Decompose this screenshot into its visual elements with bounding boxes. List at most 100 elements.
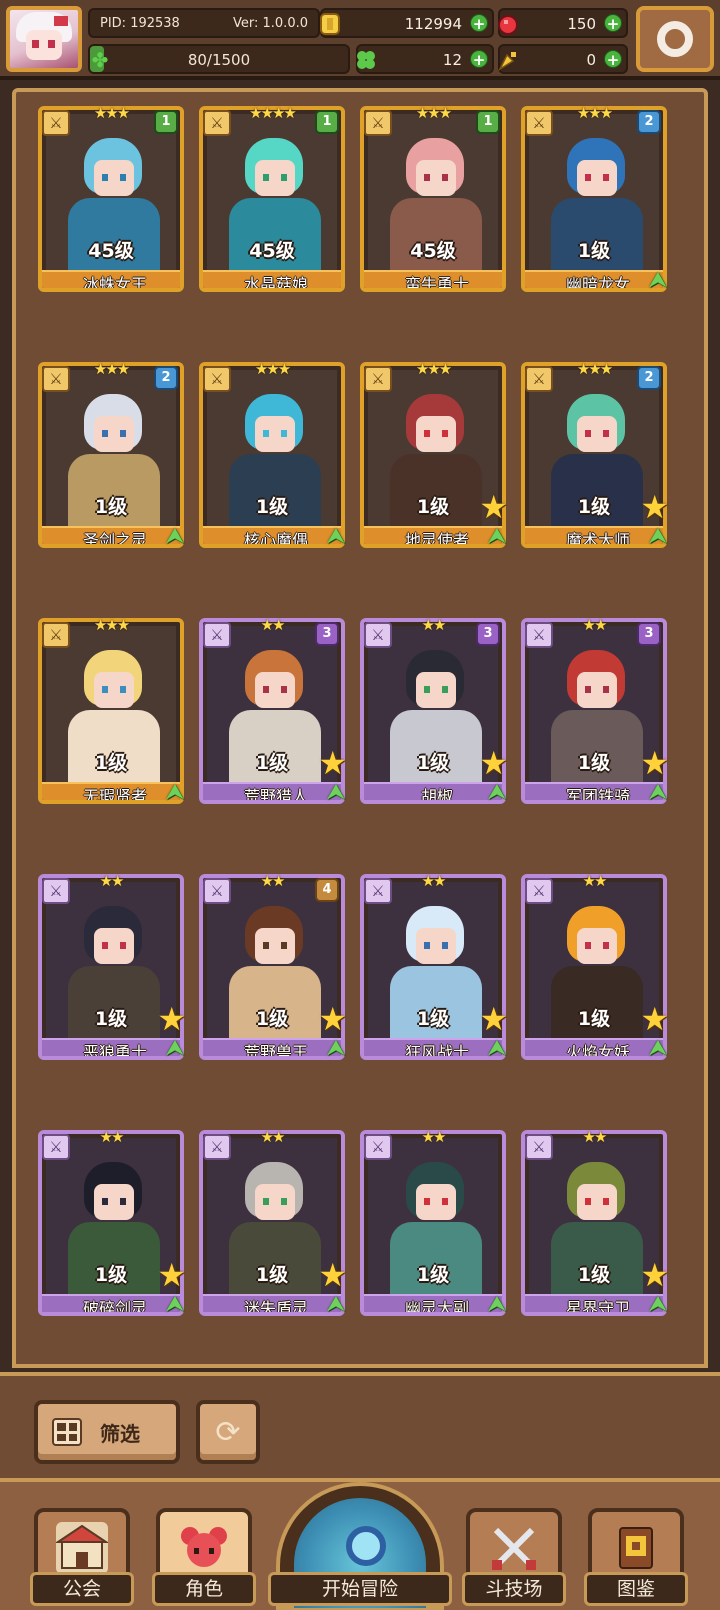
portrait-eye bbox=[120, 430, 126, 437]
character-icon bbox=[178, 1522, 230, 1574]
portrait-face bbox=[94, 416, 134, 452]
level-up-arrow-icon: ⮝ bbox=[648, 780, 668, 805]
character-card[interactable]: 火焰女妖 ⚔ ★★ 1级 ★ ⮝ bbox=[521, 872, 669, 1061]
player-id: PID: 192538 bbox=[100, 15, 180, 31]
portrait-eye bbox=[442, 1198, 448, 1205]
star-upgrade-icon: ★ bbox=[640, 1256, 669, 1294]
rarity-stars: ★★★ bbox=[93, 616, 130, 634]
star-upgrade-icon: ★ bbox=[318, 744, 347, 782]
star-upgrade-icon: ★ bbox=[157, 1256, 186, 1294]
grid-icon bbox=[52, 1418, 82, 1446]
portrait-eye bbox=[585, 942, 591, 949]
level-up-arrow-icon: ⮝ bbox=[165, 524, 185, 549]
portrait-eye bbox=[442, 942, 448, 949]
portrait-eye bbox=[281, 174, 287, 181]
level-up-arrow-icon: ⮝ bbox=[326, 780, 346, 805]
star-upgrade-icon: ★ bbox=[640, 744, 669, 782]
portrait-eye bbox=[442, 174, 448, 181]
rarity-stars: ★★ bbox=[582, 1128, 608, 1146]
character-card[interactable]: 恶狼勇士 ⚔ ★★ 1级 ★ ⮝ bbox=[38, 872, 186, 1061]
nav-codex-label: 图鉴 bbox=[584, 1572, 688, 1606]
character-list-panel[interactable]: 冰蛛女王 ⚔ ★★★ 45级 1 水晶菇娘 ⚔ ★★★★ 45级 1 蛮牛勇士 … bbox=[12, 88, 708, 1368]
character-card[interactable]: 冰蛛女王 ⚔ ★★★ 45级 1 bbox=[38, 104, 184, 292]
filter-label: 筛选 bbox=[100, 1421, 140, 1446]
crossed-swords-icon bbox=[488, 1522, 540, 1574]
portrait-eye bbox=[263, 174, 269, 181]
coin-counter: 112994 + bbox=[320, 8, 494, 38]
nav-adventure[interactable]: 开始冒险 bbox=[268, 1482, 452, 1610]
clover-icon bbox=[354, 48, 378, 72]
player-avatar[interactable] bbox=[6, 6, 82, 72]
portrait-eye bbox=[102, 1198, 108, 1205]
character-level: 45级 bbox=[410, 240, 456, 262]
character-card[interactable]: 幽暗龙女 ⚔ ★★★ 1级 2 ⮝ bbox=[521, 104, 667, 293]
portrait-eye bbox=[102, 430, 108, 437]
character-card[interactable]: 圣剑之灵 ⚔ ★★★ 1级 2 ⮝ bbox=[38, 360, 184, 549]
energy-bar: ✤ 80/1500 bbox=[88, 44, 350, 74]
portrait-eye bbox=[424, 686, 430, 693]
sort-toggle-button[interactable]: ⟳ bbox=[196, 1400, 260, 1464]
portrait-face bbox=[416, 1184, 456, 1220]
carrot-icon bbox=[496, 48, 520, 72]
character-card[interactable]: 幽灵大副 ⚔ ★★ 1级 ⮝ bbox=[360, 1128, 506, 1317]
awaken-level-badge: 1 bbox=[315, 110, 339, 134]
nav-character[interactable]: 角色 bbox=[152, 1508, 256, 1606]
player-info: PID: 192538 Ver: 1.0.0.0 bbox=[88, 8, 320, 38]
nav-arena[interactable]: 斗技场 bbox=[462, 1508, 566, 1606]
clover-value: 12 bbox=[442, 51, 462, 69]
character-card[interactable]: 魔术大师 ⚔ ★★★ 1级 2 ★ ⮝ bbox=[521, 360, 669, 549]
character-card[interactable]: 荒野猎人 ⚔ ★★ 1级 3 ★ ⮝ bbox=[199, 616, 347, 805]
coin-value: 112994 bbox=[404, 15, 462, 33]
character-card[interactable]: 蛮牛勇士 ⚔ ★★★ 45级 1 bbox=[360, 104, 506, 292]
gem-icon bbox=[496, 12, 520, 36]
nav-guild-label: 公会 bbox=[30, 1572, 134, 1606]
portrait-face bbox=[94, 1184, 134, 1220]
add-coins-button[interactable]: + bbox=[470, 14, 488, 33]
portrait-face bbox=[416, 928, 456, 964]
magnifier-icon bbox=[346, 1526, 386, 1566]
character-card[interactable]: 军团铁骑 ⚔ ★★ 1级 3 ★ ⮝ bbox=[521, 616, 669, 805]
character-card[interactable]: 荒野兽王 ⚔ ★★ 1级 4 ★ ⮝ bbox=[199, 872, 347, 1061]
star-upgrade-icon: ★ bbox=[318, 1000, 347, 1038]
gear-icon bbox=[657, 21, 693, 57]
portrait-face bbox=[416, 416, 456, 452]
nav-codex[interactable]: 图鉴 bbox=[584, 1508, 688, 1606]
character-card[interactable]: 胡椒 ⚔ ★★ 1级 3 ★ ⮝ bbox=[360, 616, 508, 805]
character-level: 1级 bbox=[416, 1264, 450, 1286]
character-card[interactable]: 地灵使者 ⚔ ★★★ 1级 ★ ⮝ bbox=[360, 360, 508, 549]
awaken-level-badge: 1 bbox=[154, 110, 178, 134]
nav-guild[interactable]: 公会 bbox=[30, 1508, 134, 1606]
settings-button[interactable] bbox=[636, 6, 714, 72]
add-clover-button[interactable]: + bbox=[470, 50, 488, 69]
character-card[interactable]: 核心魔偶 ⚔ ★★★ 1级 ⮝ bbox=[199, 360, 345, 549]
filter-button[interactable]: 筛选 bbox=[34, 1400, 180, 1464]
portrait-eye bbox=[585, 1198, 591, 1205]
character-card[interactable]: 破碎剑灵 ⚔ ★★ 1级 ★ ⮝ bbox=[38, 1128, 186, 1317]
portrait-eye bbox=[603, 942, 609, 949]
portrait-eye bbox=[424, 1198, 430, 1205]
portrait-eye bbox=[263, 1198, 269, 1205]
portrait-face bbox=[255, 928, 295, 964]
filter-bar: 筛选 ⟳ bbox=[0, 1372, 720, 1482]
character-card[interactable]: 无瑕贤者 ⚔ ★★★ 1级 ⮝ bbox=[38, 616, 184, 805]
star-upgrade-icon: ★ bbox=[479, 488, 508, 526]
add-gems-button[interactable]: + bbox=[604, 14, 622, 33]
character-card[interactable]: 狂风战士 ⚔ ★★ 1级 ★ ⮝ bbox=[360, 872, 508, 1061]
level-up-arrow-icon: ⮝ bbox=[326, 524, 346, 549]
clover-counter: 12 + bbox=[356, 44, 494, 74]
star-upgrade-icon: ★ bbox=[157, 1000, 186, 1038]
book-icon bbox=[610, 1522, 662, 1574]
portrait-face bbox=[94, 928, 134, 964]
character-grid: 冰蛛女王 ⚔ ★★★ 45级 1 水晶菇娘 ⚔ ★★★★ 45级 1 蛮牛勇士 … bbox=[38, 104, 678, 1364]
level-up-arrow-icon: ⮝ bbox=[648, 268, 668, 293]
portrait-face bbox=[577, 160, 617, 196]
character-card[interactable]: 水晶菇娘 ⚔ ★★★★ 45级 1 bbox=[199, 104, 345, 292]
character-card[interactable]: 星界守卫 ⚔ ★★ 1级 ★ ⮝ bbox=[521, 1128, 669, 1317]
portrait-eye bbox=[263, 430, 269, 437]
add-carrot-button[interactable]: + bbox=[604, 50, 622, 69]
carrot-counter: 0 + bbox=[498, 44, 628, 74]
level-up-arrow-icon: ⮝ bbox=[487, 1292, 507, 1317]
character-card[interactable]: 迷失盾灵 ⚔ ★★ 1级 ★ ⮝ bbox=[199, 1128, 347, 1317]
portrait-eye bbox=[281, 1198, 287, 1205]
level-up-arrow-icon: ⮝ bbox=[487, 524, 507, 549]
